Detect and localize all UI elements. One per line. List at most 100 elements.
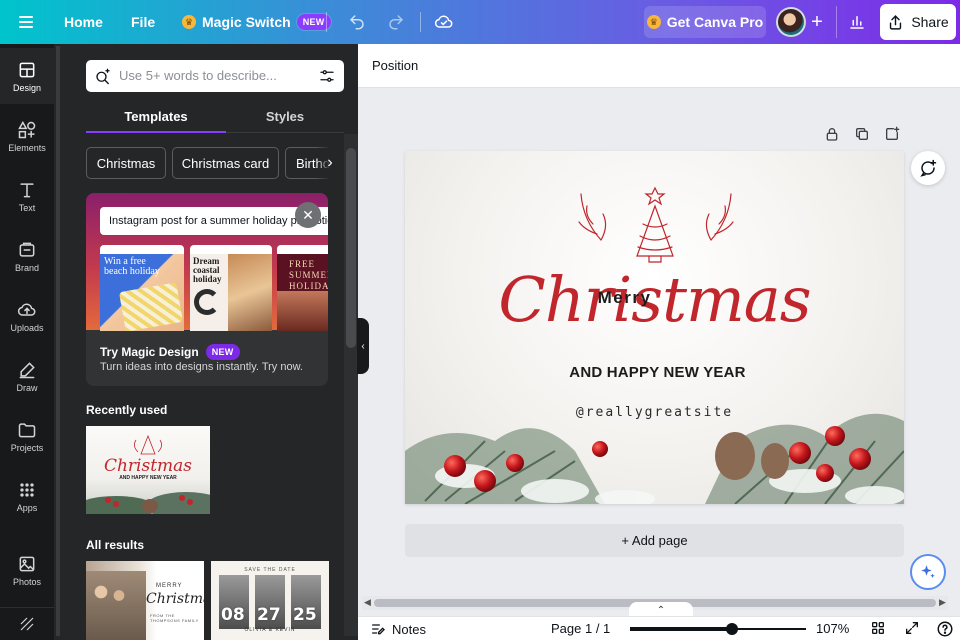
magic-design-prompt: Instagram post for a summer holiday prom… <box>100 207 328 235</box>
rail-item-projects[interactable]: Projects <box>0 408 54 464</box>
share-label: Share <box>911 14 949 30</box>
add-page-icon[interactable] <box>884 126 902 144</box>
duplicate-page-icon[interactable] <box>854 126 872 144</box>
add-page-button[interactable]: + Add page <box>405 524 904 557</box>
notes-button[interactable]: Notes <box>370 621 426 637</box>
scroll-left-arrow[interactable]: ◀ <box>364 597 371 608</box>
merry-text[interactable]: Merry <box>405 288 904 308</box>
shapes-icon <box>18 120 36 138</box>
chevron-right-icon[interactable]: › <box>316 147 344 179</box>
chip-christmas[interactable]: Christmas <box>86 147 166 179</box>
rail-item-elements[interactable]: Elements <box>0 108 54 164</box>
cloud-upload-icon <box>17 303 36 316</box>
magic-design-title: Try Magic Design NEW <box>100 344 240 360</box>
preview-text: Dream coastal holiday <box>193 256 222 284</box>
rail-item-label: Text <box>18 202 36 213</box>
active-tab-indicator <box>86 131 226 133</box>
zoom-slider[interactable] <box>630 627 806 631</box>
top-bar: Home File ♛ Magic Switch NEW ♛ Get Canva… <box>0 0 960 44</box>
tab-styles[interactable]: Styles <box>226 100 344 132</box>
rail-item-draw[interactable]: Draw <box>0 348 54 404</box>
magic-design-card[interactable]: Instagram post for a summer holiday prom… <box>86 193 328 386</box>
share-icon <box>890 14 902 30</box>
template-result[interactable]: MERRY Christmas! FROM THE THOMPSONS FAMI… <box>86 561 204 640</box>
magic-sparkle-icon[interactable] <box>910 554 946 590</box>
result-text: 27 <box>257 605 281 625</box>
share-button[interactable]: Share <box>880 4 956 40</box>
divider <box>326 12 327 32</box>
image-icon <box>19 556 35 571</box>
notes-label: Notes <box>392 621 426 637</box>
magic-design-subtitle: Turn ideas into designs instantly. Try n… <box>100 361 303 373</box>
cloud-saved-icon[interactable] <box>432 8 456 36</box>
zoom-level[interactable]: 107% <box>816 621 849 636</box>
preview-text: Win a free beach holiday <box>104 256 160 277</box>
page-indicator[interactable]: Page 1 / 1 <box>551 621 610 636</box>
scroll-right-arrow[interactable]: ▶ <box>939 597 946 608</box>
chip-christmas-card[interactable]: Christmas card <box>172 147 279 179</box>
rail-item-label: Apps <box>16 502 38 513</box>
pattern-icon[interactable] <box>0 607 54 640</box>
panel-scrollbar[interactable] <box>344 134 358 636</box>
rail-item-uploads[interactable]: Uploads <box>0 288 54 344</box>
svg-text:AND HAPPY NEW YEAR: AND HAPPY NEW YEAR <box>119 475 177 481</box>
add-comment-icon[interactable] <box>911 151 945 185</box>
tab-templates[interactable]: Templates <box>86 100 226 132</box>
divider <box>420 12 421 32</box>
svg-text:Christmas: Christmas <box>104 456 192 476</box>
magic-switch-label: Magic Switch <box>202 14 291 30</box>
file-menu-button[interactable]: File <box>131 6 155 38</box>
result-text: MERRY <box>156 583 183 589</box>
template-result[interactable]: SAVE THE DATE 08 27 25 OLIVIA & KEVIN <box>211 561 329 640</box>
add-collaborator-icon[interactable]: + <box>806 8 828 36</box>
rail-item-design[interactable]: Design <box>0 48 54 104</box>
filter-icon[interactable] <box>318 67 336 85</box>
search-input[interactable] <box>119 68 299 83</box>
text-icon <box>20 182 34 197</box>
rail-item-brand[interactable]: Brand <box>0 228 54 284</box>
recent-design-thumbnail[interactable]: Christmas AND HAPPY NEW YEAR <box>86 426 210 514</box>
tree-antlers-illustration <box>578 186 734 263</box>
collapse-panel-icon[interactable]: ‹ <box>357 318 369 374</box>
template-preview: Win a free beach holiday <box>100 245 184 331</box>
template-search[interactable] <box>86 60 344 92</box>
rail-item-label: Projects <box>10 442 44 453</box>
happy-new-year-text[interactable]: AND HAPPY NEW YEAR <box>405 364 904 381</box>
rail-item-photos[interactable]: Photos <box>0 542 54 598</box>
recently-used-heading: Recently used <box>86 403 168 417</box>
analytics-icon[interactable] <box>842 6 872 38</box>
scrollbar-thumb[interactable] <box>346 148 356 348</box>
avatar[interactable] <box>776 7 806 37</box>
crown-icon: ♛ <box>646 15 661 29</box>
all-results-heading: All results <box>86 538 145 552</box>
rail-item-apps[interactable]: Apps <box>0 468 54 524</box>
website-text[interactable]: @reallygreatsite <box>405 405 904 420</box>
rail-item-label: Elements <box>8 142 46 153</box>
rail-item-label: Brand <box>14 262 40 273</box>
home-button[interactable]: Home <box>64 6 103 38</box>
redo-icon[interactable] <box>384 8 408 36</box>
result-text: SAVE THE DATE <box>244 567 296 573</box>
family-photo <box>86 571 146 640</box>
fullscreen-icon[interactable] <box>904 620 922 638</box>
close-icon[interactable]: ✕ <box>295 202 321 228</box>
crown-icon: ♛ <box>182 15 196 29</box>
foliage-illustration <box>405 413 904 504</box>
rail-item-text[interactable]: Text <box>0 168 54 224</box>
menu-icon[interactable] <box>12 8 40 36</box>
pen-icon <box>19 361 35 378</box>
position-button[interactable]: Position <box>372 58 418 73</box>
undo-icon[interactable] <box>345 8 369 36</box>
christmas-design-page[interactable]: Christmas Merry AND HAPPY NEW YEAR @real… <box>405 151 904 504</box>
rail-item-label: Photos <box>12 576 42 587</box>
zoom-slider-handle[interactable] <box>726 623 739 635</box>
template-preview: FREE SUMMER HOLIDAY <box>277 245 328 331</box>
result-text: FROM THE THOMPSONS FAMILY <box>150 613 199 623</box>
grid-view-icon[interactable] <box>870 620 888 638</box>
result-text: 08 <box>221 605 245 625</box>
magic-switch-button[interactable]: ♛ Magic Switch NEW <box>182 6 331 38</box>
get-canva-pro-button[interactable]: ♛ Get Canva Pro <box>644 6 766 38</box>
help-icon[interactable] <box>936 620 954 638</box>
context-toolbar: Position <box>358 44 960 88</box>
lock-icon[interactable] <box>824 126 842 144</box>
